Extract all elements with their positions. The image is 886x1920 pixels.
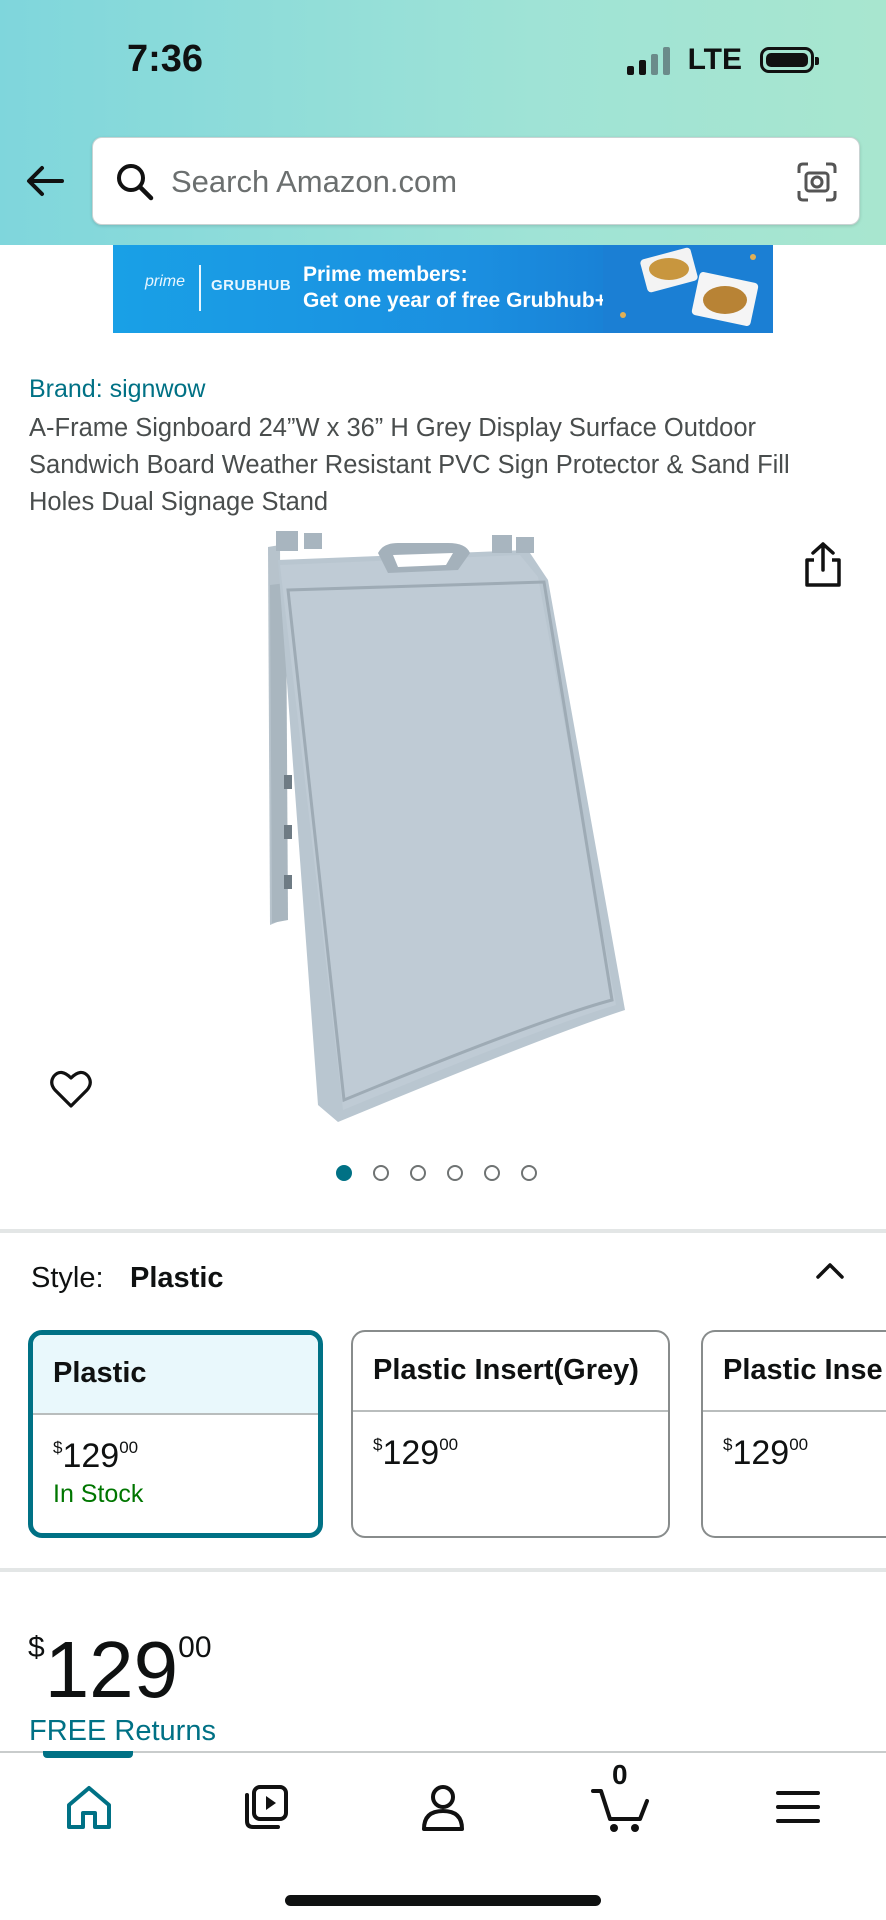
option-stock: In Stock	[53, 1480, 144, 1508]
option-price: $12900	[53, 1437, 139, 1475]
app-header: 7:36 LTE	[0, 0, 886, 245]
home-indicator-bar	[285, 1895, 601, 1906]
section-divider	[0, 1568, 886, 1572]
video-icon[interactable]	[238, 1779, 294, 1835]
chevron-up-icon[interactable]	[810, 1255, 850, 1287]
search-input[interactable]	[169, 156, 773, 208]
banner-divider	[199, 265, 201, 311]
status-icons: LTE	[626, 42, 819, 78]
bottom-nav-bar: 0	[0, 1751, 886, 1920]
option-name: Plastic	[33, 1335, 318, 1415]
free-returns-link[interactable]: FREE Returns	[29, 1715, 216, 1748]
battery-icon	[760, 47, 819, 73]
signal-icon	[626, 45, 670, 75]
style-option-plastic[interactable]: Plastic $12900 In Stock	[28, 1330, 323, 1538]
cart-count-badge: 0	[612, 1759, 628, 1790]
home-icon[interactable]	[61, 1779, 117, 1835]
grubhub-promo-banner[interactable]: prime GRUBHUB Prime members: Get one yea…	[113, 245, 773, 333]
section-divider	[0, 1229, 886, 1233]
product-image[interactable]	[248, 525, 638, 1125]
style-option-plastic-insert[interactable]: Plastic Inse $12900	[701, 1330, 886, 1538]
grubhub-logo: GRUBHUB	[211, 277, 292, 294]
product-title: A-Frame Signboard 24”W x 36” H Grey Disp…	[29, 414, 790, 516]
carousel-dot[interactable]	[521, 1165, 537, 1181]
option-name: Plastic Inse	[703, 1332, 886, 1412]
banner-subline: Get one year of free Grubhub+	[303, 289, 607, 312]
share-icon[interactable]	[800, 540, 846, 590]
style-label: Style:	[31, 1262, 104, 1294]
carousel-dot[interactable]	[410, 1165, 426, 1181]
food-image	[603, 245, 773, 333]
carousel-dot[interactable]	[484, 1165, 500, 1181]
search-icon	[117, 164, 154, 201]
option-price: $12900	[723, 1434, 809, 1472]
camera-search-icon[interactable]	[795, 160, 839, 204]
style-option-plastic-insert-grey[interactable]: Plastic Insert(Grey) $12900	[351, 1330, 670, 1538]
active-tab-indicator	[43, 1751, 133, 1758]
image-carousel-dots[interactable]	[336, 1165, 537, 1181]
carousel-dot[interactable]	[373, 1165, 389, 1181]
network-label: LTE	[687, 43, 742, 76]
banner-headline: Prime members:	[303, 263, 468, 286]
option-name: Plastic Insert(Grey)	[353, 1332, 668, 1412]
carousel-dot[interactable]	[336, 1165, 352, 1181]
prime-logo: prime	[145, 273, 186, 290]
status-time: 7:36	[127, 38, 204, 80]
back-arrow-icon[interactable]	[22, 158, 68, 204]
product-price: $12900	[28, 1625, 212, 1714]
brand-link[interactable]: Brand: signwow	[29, 375, 205, 404]
menu-icon[interactable]	[770, 1779, 826, 1835]
style-value: Plastic	[130, 1262, 224, 1294]
search-bar[interactable]	[92, 137, 860, 225]
wishlist-heart-icon[interactable]	[48, 1066, 94, 1112]
carousel-dot[interactable]	[447, 1165, 463, 1181]
option-price: $12900	[373, 1434, 459, 1472]
account-icon[interactable]	[415, 1779, 471, 1835]
